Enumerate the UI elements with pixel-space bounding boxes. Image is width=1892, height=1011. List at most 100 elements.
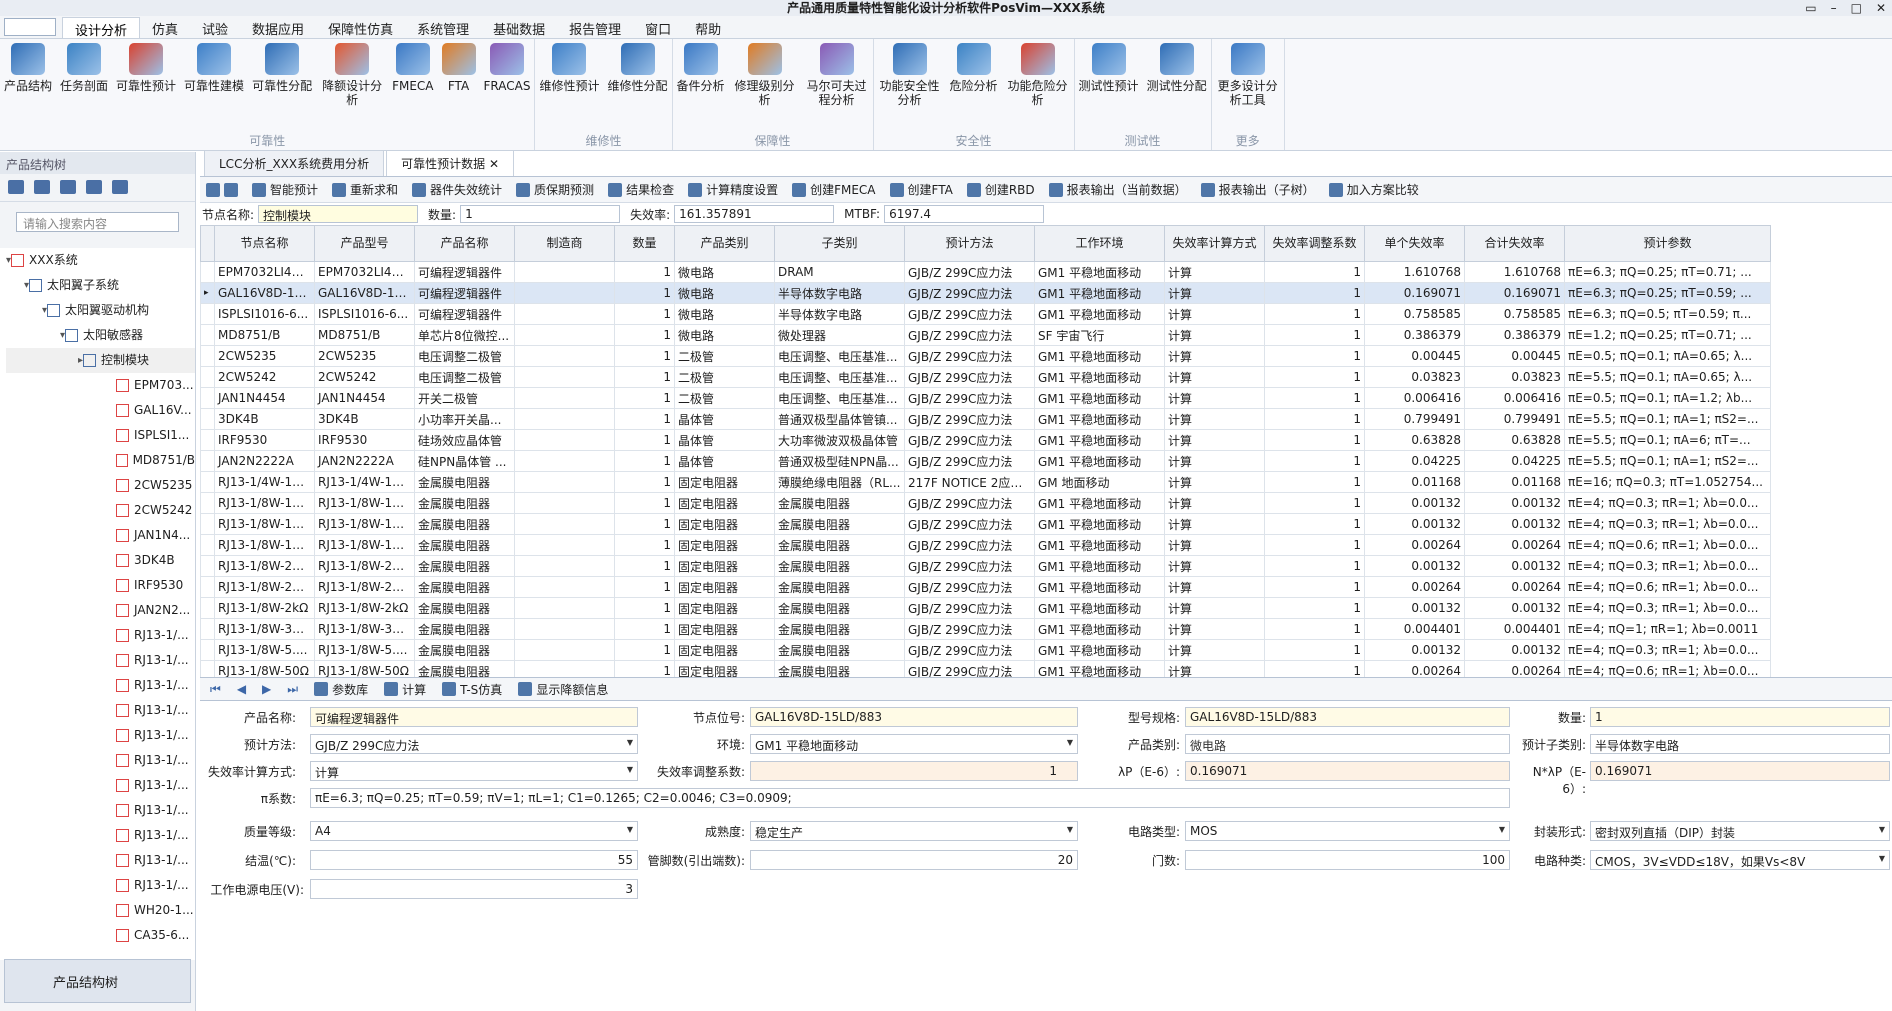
table-cell[interactable]: 0.386379: [1464, 324, 1565, 346]
table-cell[interactable]: 大功率微波双极晶体管: [774, 429, 905, 451]
pin-count-field[interactable]: 20: [750, 850, 1078, 870]
table-cell[interactable]: 微电路: [674, 261, 775, 283]
table-cell[interactable]: 微电路: [674, 282, 775, 304]
table-cell[interactable]: GM1 平稳地面移动: [1034, 366, 1165, 388]
table-cell[interactable]: 1: [614, 408, 675, 430]
table-cell[interactable]: πE=4; πQ=1; πR=1; λb=0.0011: [1564, 618, 1771, 640]
table-cell[interactable]: πE=6.3; πQ=0.5; πT=0.59; π...: [1564, 303, 1771, 325]
tree-node[interactable]: RJ13-1/...: [6, 648, 195, 673]
table-cell[interactable]: RJ13-1/8W-10...: [314, 492, 415, 514]
table-cell[interactable]: 1: [1264, 576, 1365, 598]
table-cell[interactable]: 1: [614, 261, 675, 283]
table-cell[interactable]: RJ13-1/8W-5....: [214, 639, 315, 661]
table-cell[interactable]: 1: [614, 660, 675, 677]
table-cell[interactable]: πE=4; πQ=0.6; πR=1; λb=0.0...: [1564, 534, 1771, 556]
table-cell[interactable]: GJB/Z 299C应力法: [904, 282, 1035, 304]
table-cell[interactable]: 2CW5242: [314, 366, 415, 388]
table-cell[interactable]: 1: [1264, 513, 1365, 535]
table-cell[interactable]: 固定电阻器: [674, 492, 775, 514]
table-cell[interactable]: 1: [614, 471, 675, 493]
table-cell[interactable]: [514, 534, 615, 556]
tree-node[interactable]: RJ13-1/...: [6, 773, 195, 798]
ribbon-button-3-0[interactable]: 功能安全性分析: [874, 39, 946, 132]
ribbon-button-3-1[interactable]: 危险分析: [946, 39, 1002, 132]
table-cell[interactable]: 微电路: [674, 324, 775, 346]
ribbon-button-0-8[interactable]: FRACAS: [480, 39, 535, 132]
table-cell[interactable]: 0.63828: [1464, 429, 1565, 451]
table-cell[interactable]: 1: [614, 303, 675, 325]
table-cell[interactable]: [514, 471, 615, 493]
table-cell[interactable]: GJB/Z 299C应力法: [904, 261, 1035, 283]
table-cell[interactable]: πE=5.5; πQ=0.1; πA=0.65; λ...: [1564, 366, 1771, 388]
table-cell[interactable]: 计算: [1164, 471, 1265, 493]
table-cell[interactable]: πE=4; πQ=0.3; πR=1; λb=0.0...: [1564, 492, 1771, 514]
toolbar-button-11[interactable]: 加入方案比较: [1328, 181, 1419, 198]
table-row[interactable]: RJ13-1/8W-50Ω RJ13-1/8W-50Ω 金属膜电阻器 1 固定电阻器 金属…: [200, 660, 1771, 677]
table-cell[interactable]: 0.169071: [1364, 282, 1465, 304]
tree-node[interactable]: RJ13-1/...: [6, 848, 195, 873]
first-record-icon[interactable]: ⏮: [210, 682, 221, 697]
node-name-field[interactable]: 控制模块: [258, 205, 419, 223]
close-icon[interactable]: ✕: [1876, 0, 1886, 16]
table-cell[interactable]: GJB/Z 299C应力法: [904, 345, 1035, 367]
table-cell[interactable]: 0.00132: [1364, 492, 1465, 514]
table-cell[interactable]: 1: [1264, 408, 1365, 430]
table-cell[interactable]: 电压调整二极管: [414, 366, 515, 388]
table-cell[interactable]: 1: [614, 366, 675, 388]
table-cell[interactable]: RJ13-1/8W-20...: [314, 555, 415, 577]
circuit-kind-select[interactable]: CMOS，3V≤VDD≤18V，如果Vs<8V: [1590, 850, 1890, 870]
column-header[interactable]: 产品名称: [414, 225, 515, 262]
table-cell[interactable]: GM1 平稳地面移动: [1034, 597, 1165, 619]
tree-node[interactable]: RJ13-1/...: [6, 873, 195, 898]
table-cell[interactable]: GM1 平稳地面移动: [1034, 303, 1165, 325]
table-cell[interactable]: GJB/Z 299C应力法: [904, 387, 1035, 409]
table-cell[interactable]: 1: [1264, 303, 1365, 325]
table-cell[interactable]: 1: [614, 576, 675, 598]
table-row[interactable]: JAN1N4454 JAN1N4454 开关二极管 1 二极管 电压调整、电压基准... G…: [200, 387, 1771, 409]
table-cell[interactable]: GJB/Z 299C应力法: [904, 555, 1035, 577]
table-cell[interactable]: πE=1.2; πQ=0.25; πT=0.71; ...: [1564, 324, 1771, 346]
tree-node[interactable]: MD8751/B: [6, 448, 195, 473]
nav-button-3[interactable]: 显示降额信息: [518, 681, 608, 698]
table-cell[interactable]: GM1 平稳地面移动: [1034, 429, 1165, 451]
calc-method-select[interactable]: 计算: [310, 761, 638, 781]
table-row[interactable]: RJ13-1/8W-24... RJ13-1/8W-24... 金属膜电阻器 1 固定电…: [200, 576, 1771, 598]
table-cell[interactable]: 1: [1264, 471, 1365, 493]
table-cell[interactable]: 1: [1264, 261, 1365, 283]
ribbon-button-5-0[interactable]: 更多设计分析工具: [1212, 39, 1284, 132]
table-cell[interactable]: [514, 660, 615, 677]
product-name-field[interactable]: 可编程逻辑器件: [310, 707, 638, 727]
menu-6[interactable]: 基础数据: [481, 17, 557, 38]
toolbar-button-0[interactable]: 智能预计: [252, 181, 318, 198]
tree-node[interactable]: 3DK4B: [6, 548, 195, 573]
tree-node[interactable]: 2CW5235: [6, 473, 195, 498]
minimize-icon[interactable]: –: [1831, 0, 1837, 16]
table-cell[interactable]: 计算: [1164, 429, 1265, 451]
table-cell[interactable]: 金属膜电阻器: [414, 618, 515, 640]
table-cell[interactable]: πE=6.3; πQ=0.25; πT=0.59; ...: [1564, 282, 1771, 304]
table-cell[interactable]: 0.01168: [1464, 471, 1565, 493]
tree-node[interactable]: WH20-1...: [6, 898, 195, 923]
tree-node[interactable]: JAN1N4...: [6, 523, 195, 548]
supply-voltage-field[interactable]: 3: [310, 879, 638, 899]
table-row[interactable]: RJ13-1/8W-2kΩ RJ13-1/8W-2kΩ 金属膜电阻器 1 固定电阻器 金属…: [200, 597, 1771, 619]
table-cell[interactable]: 1: [614, 282, 675, 304]
table-cell[interactable]: GM1 平稳地面移动: [1034, 618, 1165, 640]
table-cell[interactable]: 固定电阻器: [674, 471, 775, 493]
tab-1[interactable]: 可靠性预计数据 ✕: [386, 150, 514, 176]
table-cell[interactable]: RJ13-1/8W-10...: [214, 513, 315, 535]
table-cell[interactable]: πE=4; πQ=0.3; πR=1; λb=0.0...: [1564, 639, 1771, 661]
table-cell[interactable]: [514, 597, 615, 619]
table-cell[interactable]: GM1 平稳地面移动: [1034, 450, 1165, 472]
table-cell[interactable]: 固定电阻器: [674, 534, 775, 556]
table-cell[interactable]: [514, 408, 615, 430]
table-cell[interactable]: 1: [614, 492, 675, 514]
table-cell[interactable]: 电压调整、电压基准...: [774, 366, 905, 388]
tree-node[interactable]: ISPLSI1...: [6, 423, 195, 448]
table-cell[interactable]: 金属膜电阻器: [774, 555, 905, 577]
table-cell[interactable]: RJ13-1/8W-50Ω: [314, 660, 415, 677]
table-cell[interactable]: JAN1N4454: [314, 387, 415, 409]
nav-button-1[interactable]: 计算: [384, 681, 426, 698]
toolbar-button-4[interactable]: 结果检查: [608, 181, 674, 198]
ribbon-button-0-7[interactable]: FTA: [438, 39, 480, 132]
